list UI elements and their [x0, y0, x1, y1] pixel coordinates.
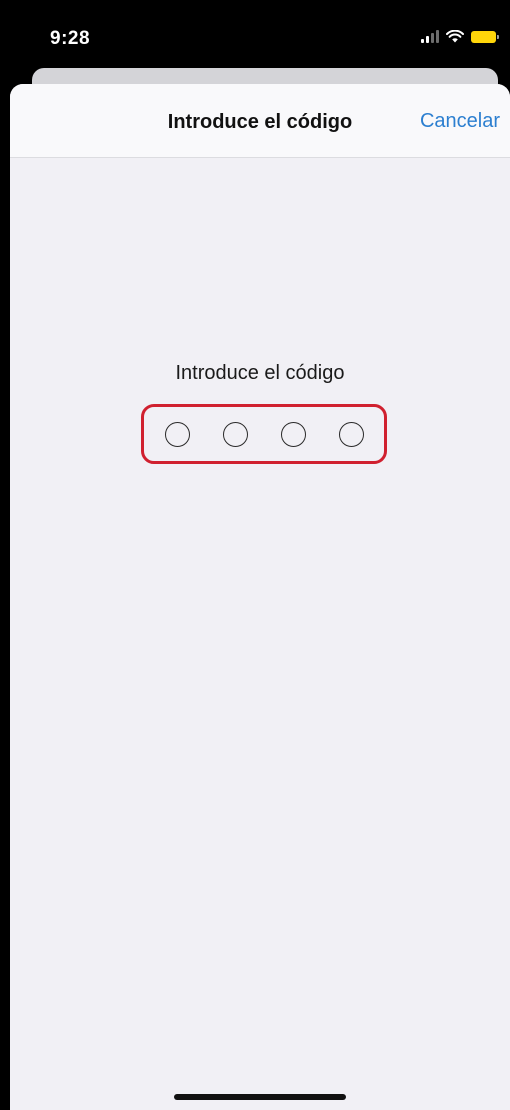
battery-icon: [471, 30, 499, 43]
code-dot-1: [164, 421, 190, 447]
passcode-input[interactable]: [141, 404, 387, 464]
wifi-icon: [446, 30, 464, 43]
phone-screen: 9:28 Introduce el código Cancelar Introd…: [0, 0, 510, 1110]
signal-icon: [421, 30, 439, 43]
code-entry-sheet: Introduce el código Cancelar Introduce e…: [10, 84, 510, 1110]
home-indicator[interactable]: [174, 1094, 346, 1100]
status-bar: 9:28: [0, 0, 510, 72]
cancel-button[interactable]: Cancelar: [420, 110, 500, 133]
status-icons: [421, 30, 499, 43]
navigation-bar: Introduce el código Cancelar: [10, 84, 510, 158]
code-dot-4: [338, 421, 364, 447]
code-dot-2: [222, 421, 248, 447]
code-dot-3: [280, 421, 306, 447]
status-time: 9:28: [50, 28, 91, 49]
code-prompt: Introduce el código: [175, 362, 345, 384]
